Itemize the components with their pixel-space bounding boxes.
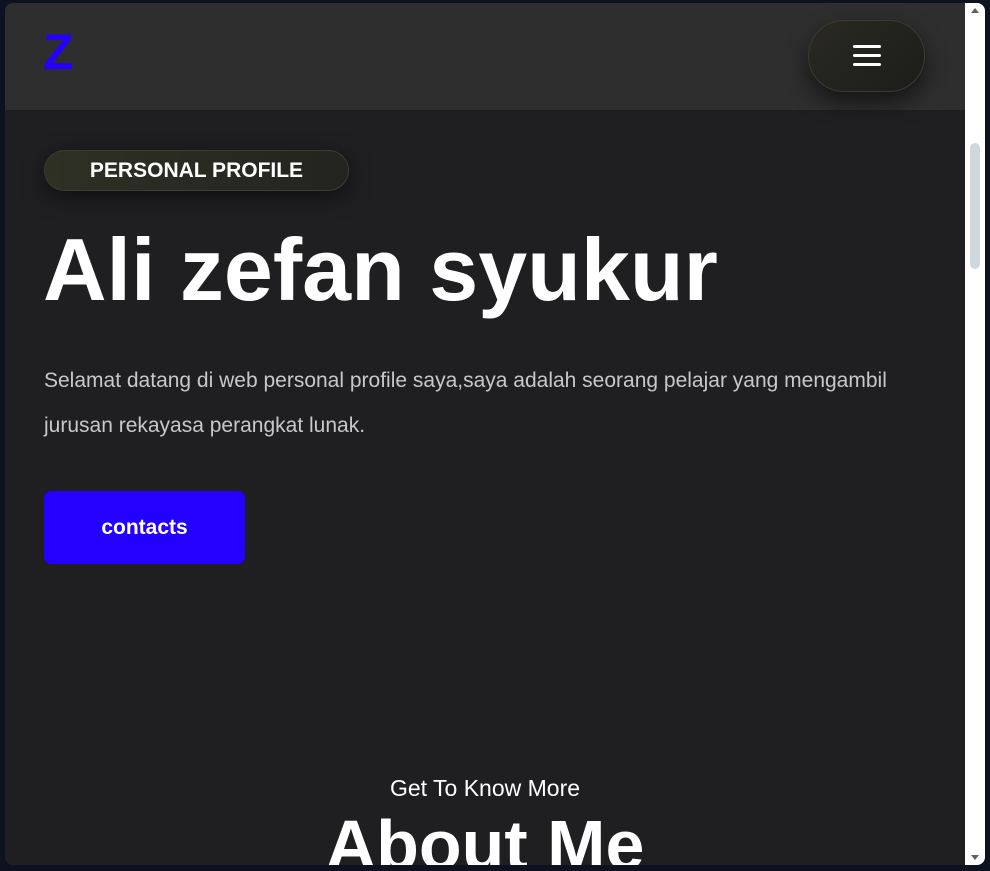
navbar: Z [5, 3, 965, 110]
about-subtitle: Get To Know More [389, 775, 581, 801]
scroll-down-arrow-icon[interactable] [971, 855, 979, 860]
profile-badge: PERSONAL PROFILE [44, 150, 349, 191]
site-logo[interactable]: Z [43, 27, 74, 77]
vertical-scrollbar[interactable] [965, 3, 985, 865]
page-viewport: Z PERSONAL PROFILE Ali zefan syukur Sela… [5, 3, 965, 865]
contacts-button[interactable]: contacts [44, 491, 245, 564]
scroll-up-arrow-icon[interactable] [971, 8, 979, 13]
hero-title: Ali zefan syukur [43, 220, 718, 319]
menu-toggle-button[interactable] [808, 20, 925, 92]
scrollbar-thumb[interactable] [970, 143, 980, 269]
hero-description: Selamat datang di web personal profile s… [44, 369, 887, 437]
browser-window: Z PERSONAL PROFILE Ali zefan syukur Sela… [5, 3, 985, 865]
hamburger-menu-icon [852, 45, 881, 67]
about-title: About Me [325, 806, 645, 865]
